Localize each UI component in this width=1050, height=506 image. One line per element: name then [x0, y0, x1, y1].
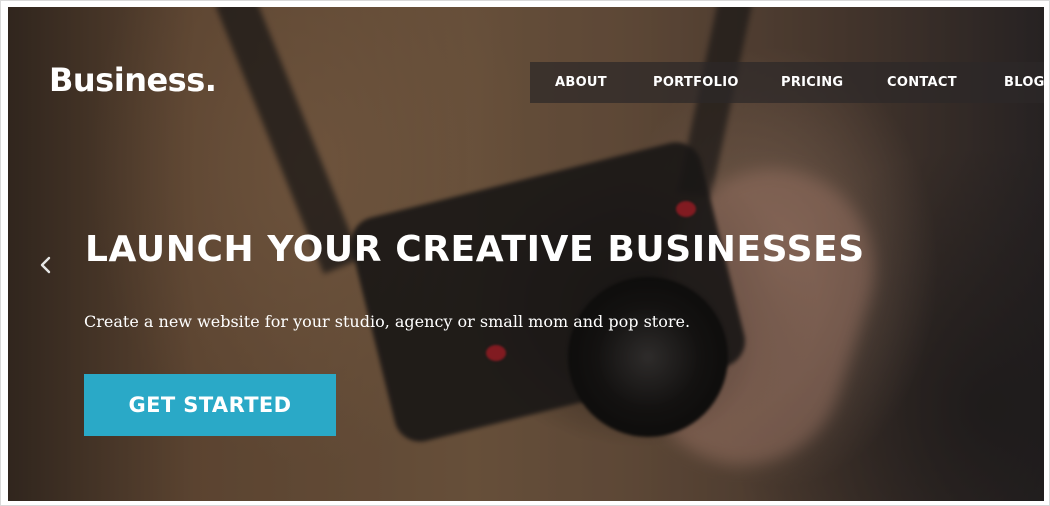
hero-headline: LAUNCH YOUR CREATIVE BUSINESSES — [85, 229, 865, 270]
hero-section: Business. ABOUT PORTFOLIO PRICING CONTAC… — [8, 7, 1044, 501]
main-navigation: ABOUT PORTFOLIO PRICING CONTACT BLOG — [530, 62, 1044, 103]
nav-item-blog[interactable]: BLOG — [1004, 75, 1044, 90]
get-started-button[interactable]: GET STARTED — [84, 374, 336, 436]
nav-item-portfolio[interactable]: PORTFOLIO — [653, 75, 739, 90]
nav-item-pricing[interactable]: PRICING — [781, 75, 843, 90]
chevron-left-icon[interactable] — [38, 253, 54, 277]
screenshot-frame: Business. ABOUT PORTFOLIO PRICING CONTAC… — [0, 0, 1050, 506]
nav-item-about[interactable]: ABOUT — [555, 75, 607, 90]
hero-subtext: Create a new website for your studio, ag… — [84, 312, 691, 331]
nav-item-contact[interactable]: CONTACT — [887, 75, 957, 90]
site-logo[interactable]: Business. — [49, 61, 217, 99]
